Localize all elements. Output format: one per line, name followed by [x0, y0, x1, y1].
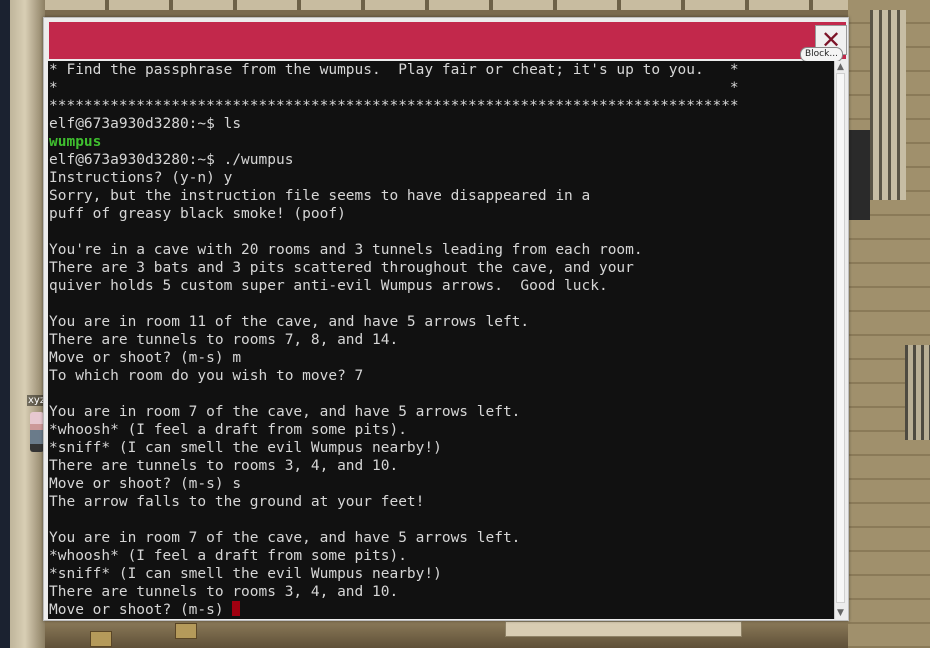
terminal-line: Instructions? (y-n) y — [49, 170, 233, 186]
terminal-line: Move or shoot? (m-s) s — [49, 476, 242, 492]
terminal-line: quiver holds 5 custom super anti-evil Wu… — [49, 278, 608, 294]
terminal-line: *sniff* (I can smell the evil Wumpus nea… — [49, 440, 442, 456]
terminal-line: elf@673a930d3280:~$ ls — [49, 116, 242, 132]
terminal-line: You're in a cave with 20 rooms and 3 tun… — [49, 242, 643, 258]
terminal-line: Sorry, but the instruction file seems to… — [49, 188, 591, 204]
terminal-line: * Find the passphrase from the wumpus. P… — [49, 62, 739, 78]
game-wall-tiles — [45, 0, 855, 10]
terminal-line: elf@673a930d3280:~$ ./wumpus — [49, 152, 294, 168]
terminal-line: There are tunnels to rooms 7, 8, and 14. — [49, 332, 399, 348]
terminal-line: puff of greasy black smoke! (poof) — [49, 206, 346, 222]
terminal-line: You are in room 7 of the cave, and have … — [49, 530, 521, 546]
terminal-line: You are in room 11 of the cave, and have… — [49, 314, 530, 330]
terminal-line: * * — [49, 80, 739, 96]
terminal-line: To which room do you wish to move? 7 — [49, 368, 364, 384]
game-background-left — [0, 0, 45, 648]
crate-icon — [175, 623, 197, 639]
terminal-line: *whoosh* (I feel a draft from some pits)… — [49, 548, 407, 564]
scrollbar[interactable]: ▲ ▼ — [834, 61, 846, 619]
crate-icon — [90, 631, 112, 647]
scroll-thumb[interactable] — [836, 73, 845, 603]
player-avatar[interactable] — [30, 412, 44, 452]
terminal-line: ****************************************… — [49, 98, 739, 114]
terminal-line: You are in room 7 of the cave, and have … — [49, 404, 521, 420]
terminal-line: wumpus — [49, 134, 102, 150]
terminal-output: * Find the passphrase from the wumpus. P… — [49, 61, 739, 619]
scroll-up-icon[interactable]: ▲ — [835, 61, 846, 73]
terminal-line: There are 3 bats and 3 pits scattered th… — [49, 260, 634, 276]
terminal-prompt-line[interactable]: Move or shoot? (m-s) — [49, 601, 739, 619]
game-fence-lower — [905, 345, 930, 440]
terminal-line: Move or shoot? (m-s) m — [49, 350, 242, 366]
terminal-line: The arrow falls to the ground at your fe… — [49, 494, 425, 510]
scroll-down-icon[interactable]: ▼ — [835, 607, 846, 619]
cursor — [232, 601, 241, 616]
game-fence — [870, 10, 906, 200]
game-table — [505, 621, 742, 637]
terminal-screen[interactable]: * Find the passphrase from the wumpus. P… — [48, 61, 834, 619]
terminal-line: There are tunnels to rooms 3, 4, and 10. — [49, 458, 399, 474]
terminal-line: *sniff* (I can smell the evil Wumpus nea… — [49, 566, 442, 582]
terminal-window: ✕ Block... * Find the passphrase from th… — [43, 17, 849, 621]
game-shadow — [848, 130, 870, 220]
block-button[interactable]: Block... — [800, 47, 843, 62]
title-bar: ✕ — [49, 22, 847, 59]
terminal-line: *whoosh* (I feel a draft from some pits)… — [49, 422, 407, 438]
terminal-line: There are tunnels to rooms 3, 4, and 10. — [49, 584, 399, 600]
terminal-prompt: Move or shoot? (m-s) — [49, 602, 233, 618]
